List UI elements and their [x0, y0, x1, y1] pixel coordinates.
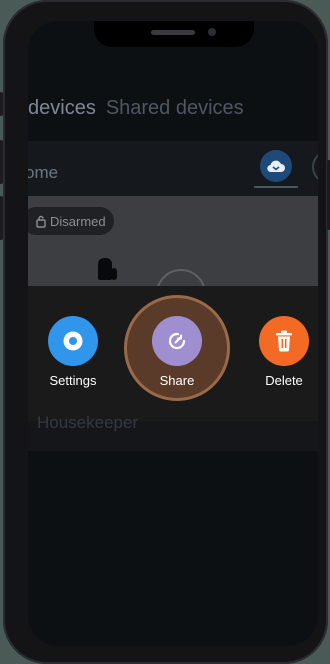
delete-action[interactable]: Delete	[259, 316, 309, 388]
device-tabs: devices Shared devices	[28, 97, 244, 120]
status-badge: Disarmed	[28, 207, 114, 235]
home-title: ome	[28, 163, 59, 182]
phone-side-button	[0, 92, 3, 116]
settings-icon	[63, 331, 83, 351]
delete-label: Delete	[265, 373, 303, 388]
cloud-storage-button[interactable]	[260, 150, 292, 182]
phone-side-button	[0, 196, 3, 240]
housekeeper-label: Housekeeper	[37, 413, 139, 432]
cloud-icon	[267, 160, 285, 173]
speaker-grille	[151, 30, 195, 35]
share-button[interactable]	[152, 316, 202, 366]
tab-shared-devices[interactable]: Shared devices	[106, 97, 244, 119]
status-badge-text: Disarmed	[50, 213, 106, 229]
cloud-caption-bar	[254, 186, 298, 188]
settings-label: Settings	[49, 373, 97, 388]
share-icon	[168, 332, 186, 350]
trash-icon	[276, 330, 292, 352]
front-camera	[208, 28, 216, 36]
lock-icon	[36, 215, 46, 228]
share-label: Share	[159, 373, 195, 388]
preview-figure	[111, 268, 117, 280]
preview-figure	[98, 258, 112, 280]
settings-action[interactable]: Settings	[48, 316, 98, 388]
phone-notch	[94, 21, 254, 47]
phone-frame: devices Shared devices ome Disarmed Sett…	[0, 0, 330, 664]
tab-my-devices[interactable]: devices	[28, 97, 96, 119]
phone-side-button	[0, 140, 3, 184]
delete-button[interactable]	[259, 316, 309, 366]
camera-preview[interactable]: Disarmed	[28, 196, 318, 319]
app-screen: devices Shared devices ome Disarmed Sett…	[28, 21, 318, 646]
more-button[interactable]	[312, 150, 318, 184]
settings-button[interactable]	[48, 316, 98, 366]
share-action[interactable]: Share	[152, 316, 202, 388]
home-row: ome	[28, 141, 318, 196]
